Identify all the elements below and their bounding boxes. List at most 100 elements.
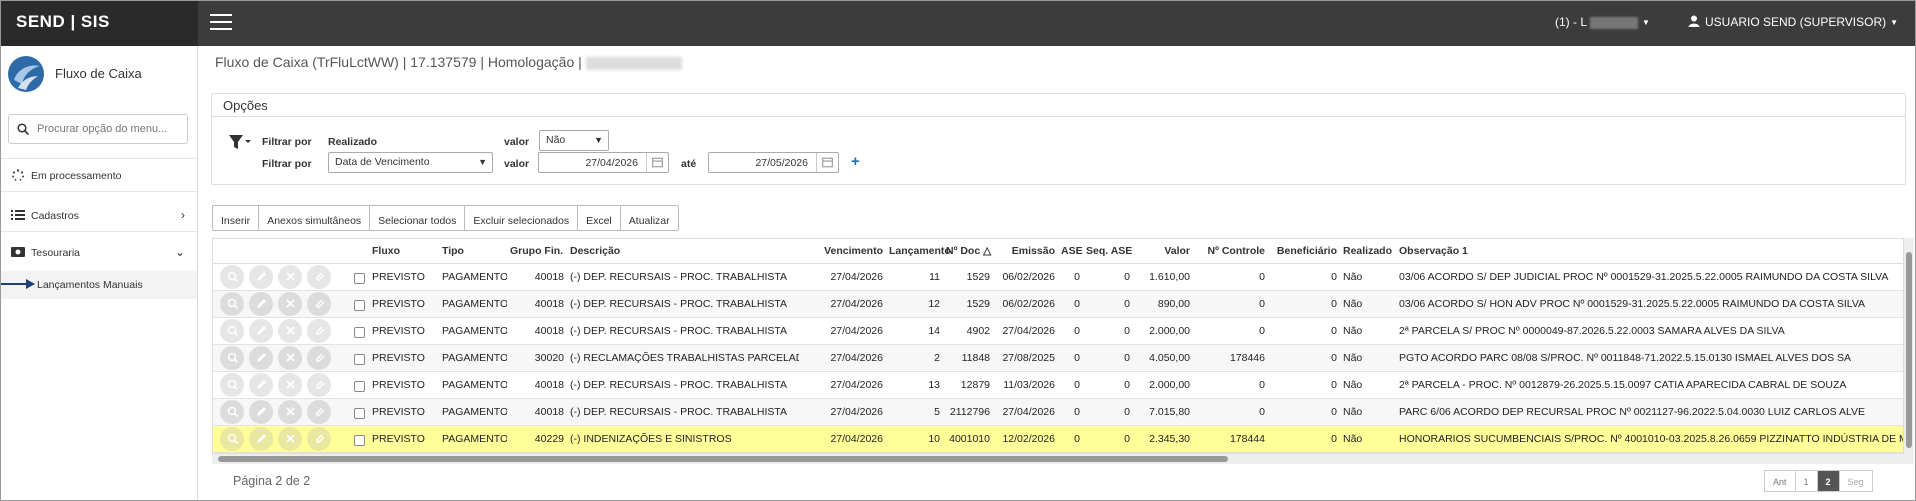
date-from-input[interactable]: 27/04/2026 (538, 152, 669, 173)
hamburger-menu-icon[interactable] (210, 14, 232, 30)
environment-selector[interactable]: (1) - L ▼ (1555, 15, 1650, 29)
cell-vencimento: 27/04/2026 (830, 270, 883, 283)
cell-emissao: 27/04/2026 (1002, 405, 1055, 418)
attachments-button[interactable]: Anexos simultâneos (259, 205, 371, 231)
sidebar-subitem-lancamentos-manuais[interactable]: Lançamentos Manuais (0, 271, 197, 299)
user-menu[interactable]: USUARIO SEND (SUPERVISOR) ▼ (1688, 15, 1898, 29)
row-checkbox[interactable] (353, 327, 365, 338)
column-header-lancamento[interactable]: Lançamento (886, 239, 951, 264)
edit-button[interactable] (249, 372, 273, 397)
refresh-button[interactable]: Atualizar (620, 205, 679, 231)
calendar-icon[interactable] (816, 153, 838, 172)
column-header-fluxo[interactable]: Fluxo (369, 239, 439, 264)
vertical-scrollbar[interactable] (1904, 238, 1914, 464)
filter-field-select[interactable]: Data de Vencimento ▼ (328, 152, 493, 173)
row-checkbox[interactable] (353, 354, 365, 365)
column-header-valor[interactable]: Valor (1133, 239, 1193, 264)
horizontal-scrollbar[interactable] (212, 454, 1904, 464)
sidebar: Fluxo de Caixa Em processamento Cadastro… (0, 46, 198, 501)
column-header-tipo[interactable]: Tipo (439, 239, 507, 264)
column-header-emissao[interactable]: Emissão (993, 239, 1058, 264)
cell-num-doc: 4902 (966, 324, 990, 337)
view-button[interactable] (220, 399, 244, 424)
row-checkbox[interactable] (353, 435, 365, 446)
edit-button[interactable] (249, 291, 273, 316)
table-row[interactable]: PREVISTO PAGAMENTO 40229 (-) INDENIZAÇÕES E… (213, 425, 1904, 452)
edit-button[interactable] (249, 345, 273, 370)
view-button[interactable] (220, 291, 244, 316)
column-header-num-controle[interactable]: Nº Controle (1193, 239, 1268, 264)
delete-button[interactable] (278, 264, 302, 289)
attach-button[interactable] (307, 345, 331, 370)
column-header-grupo-fin[interactable]: Grupo Fin. (507, 239, 567, 264)
next-page-button[interactable]: Seg (1839, 470, 1873, 492)
edit-button[interactable] (249, 264, 273, 289)
edit-button[interactable] (249, 318, 273, 343)
row-checkbox[interactable] (353, 408, 365, 419)
view-icon (227, 379, 238, 390)
column-header-seq-ase[interactable]: Seq. ASE (1083, 239, 1133, 264)
page-2-button[interactable]: 2 (1817, 470, 1840, 492)
column-header-beneficiario[interactable]: Beneficiário (1268, 239, 1340, 264)
page-1-button[interactable]: 1 (1795, 470, 1818, 492)
table-row[interactable]: PREVISTO PAGAMENTO 40018 (-) DEP. RECURSAIS… (213, 263, 1903, 290)
excel-button[interactable]: Excel (578, 205, 621, 231)
edit-button[interactable] (249, 426, 273, 451)
row-checkbox[interactable] (353, 300, 365, 311)
row-checkbox[interactable] (353, 381, 365, 392)
column-header-descricao[interactable]: Descrição (567, 239, 799, 264)
view-button[interactable] (220, 345, 244, 370)
table-row[interactable]: PREVISTO PAGAMENTO 40018 (-) DEP. RECURSAIS… (213, 317, 1903, 344)
filter-icon[interactable] (229, 134, 251, 150)
attach-button[interactable] (307, 264, 331, 289)
attach-button[interactable] (307, 426, 331, 451)
cell-emissao: 27/04/2026 (1002, 324, 1055, 337)
delete-button[interactable] (278, 372, 302, 397)
edit-button[interactable] (249, 399, 273, 424)
cell-realizado: Não (1343, 405, 1363, 418)
column-header-ase[interactable]: ASE (1058, 239, 1083, 264)
attach-button[interactable] (307, 372, 331, 397)
delete-button[interactable] (278, 345, 302, 370)
scroll-thumb[interactable] (1906, 252, 1912, 448)
sidebar-item-tesouraria[interactable]: Tesouraria ⌄ (0, 236, 197, 268)
table-row[interactable]: PREVISTO PAGAMENTO 40018 (-) DEP. RECURSAIS… (213, 398, 1903, 425)
menu-search[interactable] (8, 114, 188, 144)
column-header-observacao[interactable]: Observação 1 (1396, 239, 1903, 264)
row-checkbox[interactable] (353, 273, 365, 284)
view-button[interactable] (220, 426, 244, 451)
delete-selected-button[interactable]: Excluir selecionados (465, 205, 579, 231)
view-button[interactable] (220, 318, 244, 343)
calendar-icon[interactable] (646, 153, 668, 172)
sidebar-item-cadastros[interactable]: Cadastros › (0, 199, 197, 231)
table-row[interactable]: PREVISTO PAGAMENTO 30020 (-) RECLAMAÇÕES TR… (213, 344, 1903, 371)
filter2-label: Filtrar por (262, 158, 312, 170)
add-filter-icon[interactable]: + (851, 153, 860, 170)
date-to-input[interactable]: 27/05/2026 (708, 152, 839, 173)
attach-button[interactable] (307, 399, 331, 424)
sidebar-item-em-processamento[interactable]: Em processamento (0, 159, 197, 191)
cell-vencimento: 27/04/2026 (830, 378, 883, 391)
attach-button[interactable] (307, 318, 331, 343)
column-header-num-doc[interactable]: Nº Doc △ (943, 239, 993, 264)
attach-button[interactable] (307, 291, 331, 316)
select-all-button[interactable]: Selecionar todos (370, 205, 466, 231)
delete-button[interactable] (278, 399, 302, 424)
column-header-realizado[interactable]: Realizado (1340, 239, 1396, 264)
realizado-select[interactable]: Não ▼ (539, 130, 609, 151)
cell-observacao: HONORARIOS SUCUMBENCIAIS S/PROC. Nº 4001… (1399, 432, 1904, 445)
scroll-thumb[interactable] (218, 456, 1228, 462)
view-button[interactable] (220, 372, 244, 397)
menu-search-input[interactable] (37, 115, 187, 143)
view-button[interactable] (220, 264, 244, 289)
previous-page-button[interactable]: Ant (1764, 470, 1796, 492)
table-row[interactable]: PREVISTO PAGAMENTO 40018 (-) DEP. RECURSAIS… (213, 371, 1903, 398)
column-header-vencimento[interactable]: Vencimento (799, 239, 886, 264)
attach-icon (315, 272, 325, 281)
delete-button[interactable] (278, 291, 302, 316)
delete-button[interactable] (278, 318, 302, 343)
table-row[interactable]: PREVISTO PAGAMENTO 40018 (-) DEP. RECURSAIS… (213, 290, 1903, 317)
delete-button[interactable] (278, 426, 302, 451)
insert-button[interactable]: Inserir (212, 205, 260, 231)
brand-logo[interactable]: SEND | SIS (0, 0, 198, 46)
